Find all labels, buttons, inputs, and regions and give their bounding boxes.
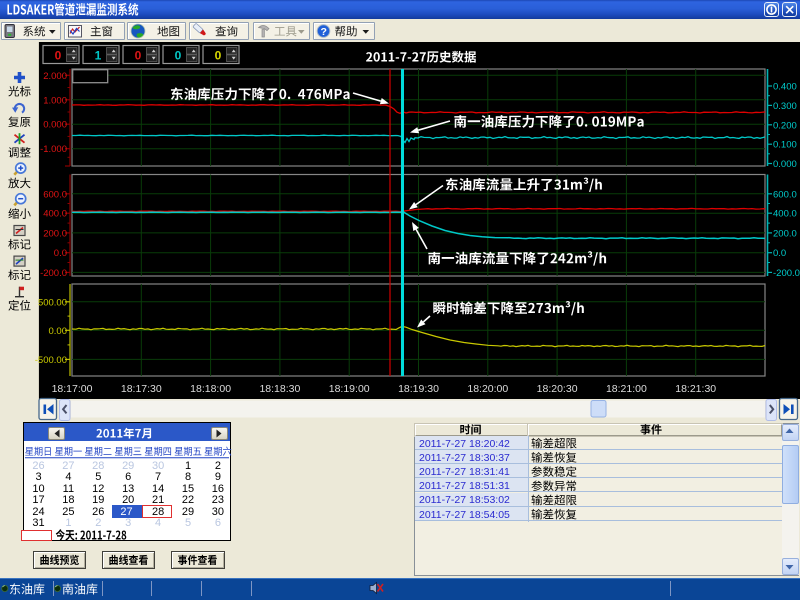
svg-text:0.0: 0.0 — [54, 248, 67, 259]
svg-text:200.0: 200.0 — [773, 228, 797, 239]
svg-text:18:19:30: 18:19:30 — [398, 383, 439, 395]
svg-text:18:20:00: 18:20:00 — [467, 383, 508, 395]
svg-text:400.0: 400.0 — [773, 209, 797, 220]
svg-text:18:21:00: 18:21:00 — [606, 383, 647, 395]
svg-text:18:17:30: 18:17:30 — [121, 383, 162, 395]
svg-text:0.300: 0.300 — [773, 101, 797, 112]
svg-text:-500.00: -500.00 — [35, 355, 67, 366]
svg-text:0.000: 0.000 — [43, 120, 67, 131]
svg-text:18:21:30: 18:21:30 — [675, 383, 716, 395]
svg-text:200.0: 200.0 — [43, 228, 67, 239]
svg-text:18:19:00: 18:19:00 — [329, 383, 370, 395]
svg-text:500.00: 500.00 — [38, 297, 67, 308]
svg-text:-1.000: -1.000 — [40, 144, 67, 155]
svg-text:18:17:00: 18:17:00 — [52, 383, 93, 395]
svg-text:?: ? — [320, 26, 326, 38]
svg-text:0: 0 — [175, 49, 182, 63]
svg-text:0: 0 — [135, 49, 142, 63]
svg-text:0.0: 0.0 — [773, 248, 786, 259]
svg-text:18:20:30: 18:20:30 — [537, 383, 578, 395]
svg-text:600.0: 600.0 — [43, 189, 67, 200]
svg-text:1.000: 1.000 — [43, 95, 67, 106]
svg-text:-200.0: -200.0 — [773, 268, 800, 279]
svg-text:-200.0: -200.0 — [40, 268, 67, 279]
svg-text:2.000: 2.000 — [43, 71, 67, 82]
svg-text:18:18:30: 18:18:30 — [259, 383, 300, 395]
svg-text:0.200: 0.200 — [773, 120, 797, 131]
svg-text:0.00: 0.00 — [49, 326, 68, 337]
svg-text:0.000: 0.000 — [773, 159, 797, 170]
svg-text:400.0: 400.0 — [43, 209, 67, 220]
svg-text:1: 1 — [95, 49, 102, 63]
svg-text:0.100: 0.100 — [773, 140, 797, 151]
svg-text:0.400: 0.400 — [773, 82, 797, 93]
svg-text:18:18:00: 18:18:00 — [190, 383, 231, 395]
svg-text:0: 0 — [55, 49, 62, 63]
svg-text:600.0: 600.0 — [773, 189, 797, 200]
svg-text:0: 0 — [215, 49, 222, 63]
